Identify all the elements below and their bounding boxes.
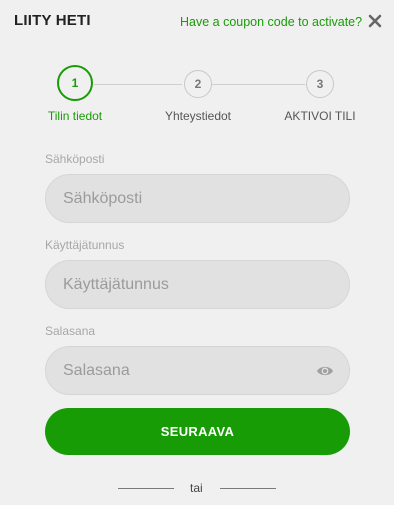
step-number: 2 (194, 77, 202, 91)
divider-or-text: tai (190, 481, 203, 495)
stepper-connector (212, 84, 305, 85)
stepper-connector (94, 84, 182, 85)
password-visibility-toggle[interactable] (316, 364, 334, 378)
eye-icon (317, 366, 333, 376)
step-2-indicator: 2 (184, 70, 212, 98)
divider-line-right (220, 488, 276, 489)
step-2-label: Yhteystiedot (164, 109, 232, 123)
next-button[interactable]: SEURAAVA (45, 408, 350, 455)
step-1-indicator: 1 (57, 65, 93, 101)
username-field[interactable] (45, 260, 350, 309)
step-number: 3 (316, 77, 324, 91)
registration-stepper: 1 2 3 Tilin tiedot Yhteystiedot AKTIVOI … (0, 65, 394, 126)
step-number: 1 (71, 76, 79, 90)
password-label: Salasana (45, 324, 96, 338)
step-1-label: Tilin tiedot (47, 109, 103, 123)
email-label: Sähköposti (45, 152, 105, 166)
close-icon (368, 14, 382, 28)
close-button[interactable] (366, 12, 384, 30)
signup-modal: LIITY HETI Have a coupon code to activat… (0, 0, 394, 505)
username-label: Käyttäjätunnus (45, 238, 125, 252)
password-field[interactable] (45, 346, 350, 395)
step-3-label: AKTIVOI TILI (284, 109, 356, 123)
coupon-code-link[interactable]: Have a coupon code to activate? (180, 15, 362, 29)
email-field[interactable] (45, 174, 350, 223)
step-3-indicator: 3 (306, 70, 334, 98)
modal-title: LIITY HETI (14, 12, 91, 29)
divider-line-left (118, 488, 174, 489)
